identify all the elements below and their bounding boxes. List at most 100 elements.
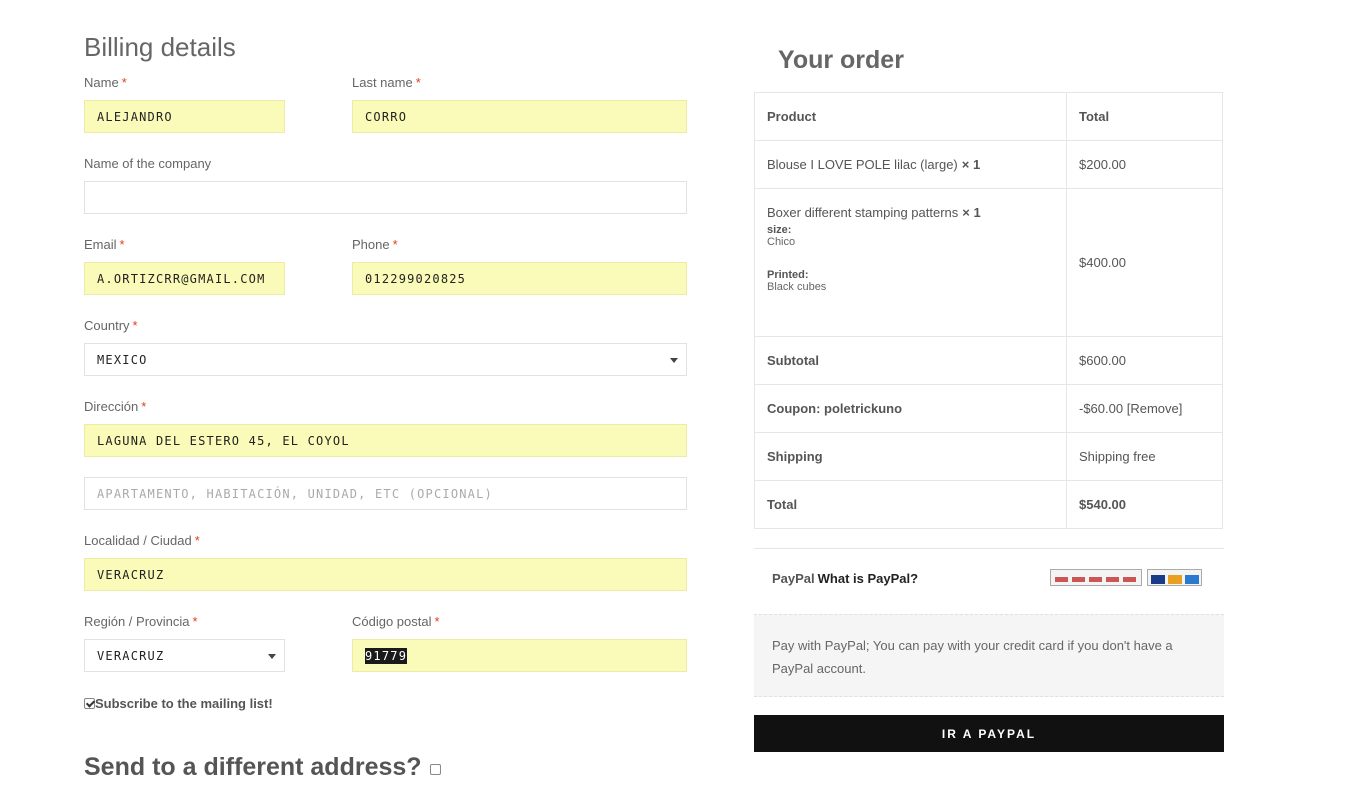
order-table: Product Total Blouse I LOVE POLE lilac (… — [754, 92, 1223, 529]
address2-placeholder: APARTAMENTO, HABITACIÓN, UNIDAD, ETC (OP… — [97, 486, 493, 501]
total-header: Total — [1066, 92, 1223, 141]
paypal-label: PayPal What is PayPal? — [772, 571, 918, 586]
coupon-value: -$60.00 — [1079, 401, 1124, 416]
company-label: Name of the company — [84, 156, 212, 171]
meta-value: Chico — [767, 236, 796, 248]
paypal-button[interactable]: IR A PAYPAL — [754, 715, 1224, 752]
subscribe-label[interactable]: Subscribe to the mailing list! — [95, 696, 273, 711]
required-mark: * — [121, 75, 127, 90]
total-row: Total $540.00 — [754, 480, 1223, 529]
name-label-text: Name — [84, 75, 119, 90]
subtotal-label: Subtotal — [754, 336, 1067, 385]
product-cell: Blouse I LOVE POLE lilac (large) × 1 — [754, 140, 1067, 189]
subtotal-row: Subtotal $600.00 — [754, 336, 1223, 385]
last-name-value: CORRO — [365, 109, 408, 124]
paypal-name: PayPal — [772, 571, 815, 586]
shipping-value: Shipping free — [1066, 432, 1223, 481]
send-different-checkbox[interactable] — [429, 764, 441, 775]
email-label-text: Email — [84, 237, 117, 252]
paypal-method[interactable]: PayPal What is PayPal? — [754, 548, 1224, 614]
product-qty: × 1 — [961, 157, 981, 172]
what-is-paypal-link[interactable]: What is PayPal? — [818, 571, 918, 586]
country-label: Country * — [84, 318, 138, 333]
table-header-row: Product Total — [754, 92, 1223, 141]
paypal-logos — [1050, 569, 1202, 586]
email-value: A.ORTIZCRR@GMAIL.COM — [97, 271, 266, 286]
product-price: $400.00 — [1066, 188, 1223, 337]
name-input[interactable]: ALEJANDRO — [84, 100, 285, 133]
phone-input[interactable]: 012299020825 — [352, 262, 687, 295]
meta-value: Black cubes — [767, 281, 827, 293]
address-input[interactable]: LAGUNA DEL ESTERO 45, EL COYOL — [84, 424, 687, 457]
chevron-down-icon — [670, 358, 678, 363]
postal-input[interactable]: 91779 — [352, 639, 687, 672]
country-label-text: Country — [84, 318, 130, 333]
product-name: Boxer different stamping patterns — [767, 205, 959, 220]
address-label-text: Dirección — [84, 399, 139, 414]
coupon-row: Coupon: poletrickuno -$60.00 [Remove] — [754, 384, 1223, 433]
required-mark: * — [119, 237, 125, 252]
send-different-heading: Send to a different address? — [84, 753, 441, 782]
chevron-down-icon — [268, 654, 276, 659]
name-label: Name * — [84, 75, 127, 90]
product-qty: × 1 — [962, 205, 981, 220]
city-label: Localidad / Ciudad * — [84, 533, 200, 548]
paypal-description: Pay with PayPal; You can pay with your c… — [754, 614, 1224, 697]
total-value: $540.00 — [1066, 480, 1223, 529]
credit-cards-icon — [1147, 569, 1202, 586]
coupon-cell: -$60.00 [Remove] — [1066, 384, 1223, 433]
company-input[interactable] — [84, 181, 687, 214]
required-mark: * — [192, 614, 198, 629]
postal-value: 91779 — [365, 647, 408, 664]
city-label-text: Localidad / Ciudad — [84, 533, 192, 548]
paypal-acceptance-mark-icon — [1050, 569, 1142, 586]
region-select[interactable]: VERACRUZ — [84, 639, 285, 672]
phone-label-text: Phone — [352, 237, 390, 252]
required-mark: * — [141, 399, 147, 414]
postal-label: Código postal * — [352, 614, 440, 629]
country-select[interactable]: MEXICO — [84, 343, 687, 376]
coupon-label: Coupon: poletrickuno — [754, 384, 1067, 433]
table-row: Boxer different stamping patterns × 1 siz… — [754, 188, 1223, 337]
last-name-label-text: Last name — [352, 75, 413, 90]
region-label-text: Región / Provincia — [84, 614, 190, 629]
subscribe-checkbox[interactable] — [84, 698, 95, 709]
meta-key: size: — [767, 224, 792, 236]
email-input[interactable]: A.ORTIZCRR@GMAIL.COM — [84, 262, 285, 295]
region-label: Región / Provincia * — [84, 614, 198, 629]
postal-label-text: Código postal — [352, 614, 432, 629]
table-row: Blouse I LOVE POLE lilac (large) × 1 $200… — [754, 140, 1223, 189]
address-label: Dirección * — [84, 399, 146, 414]
required-mark: * — [194, 533, 200, 548]
required-mark: * — [132, 318, 138, 333]
required-mark: * — [415, 75, 421, 90]
product-cell: Boxer different stamping patterns × 1 siz… — [754, 188, 1067, 337]
shipping-row: Shipping Shipping free — [754, 432, 1223, 481]
subscribe-row: Subscribe to the mailing list! — [84, 696, 273, 711]
last-name-input[interactable]: CORRO — [352, 100, 687, 133]
billing-title: Billing details — [84, 32, 236, 62]
required-mark: * — [434, 614, 440, 629]
last-name-label: Last name * — [352, 75, 421, 90]
address2-input[interactable]: APARTAMENTO, HABITACIÓN, UNIDAD, ETC (OP… — [84, 477, 687, 510]
subtotal-value: $600.00 — [1066, 336, 1223, 385]
meta-key: Printed: — [767, 269, 809, 281]
required-mark: * — [392, 237, 398, 252]
send-different-label: Send to a different address? — [84, 753, 422, 781]
total-label: Total — [754, 480, 1067, 529]
order-title: Your order — [778, 46, 904, 74]
city-value: VERACRUZ — [97, 567, 165, 582]
product-name: Blouse I LOVE POLE lilac (large) — [767, 157, 958, 172]
phone-value: 012299020825 — [365, 271, 467, 286]
city-input[interactable]: VERACRUZ — [84, 558, 687, 591]
product-header: Product — [754, 92, 1067, 141]
email-label: Email * — [84, 237, 125, 252]
country-value: MEXICO — [97, 352, 148, 367]
remove-coupon-link[interactable]: [Remove] — [1127, 401, 1183, 416]
phone-label: Phone * — [352, 237, 398, 252]
name-value: ALEJANDRO — [97, 109, 173, 124]
product-price: $200.00 — [1066, 140, 1223, 189]
region-value: VERACRUZ — [97, 648, 165, 663]
address-value: LAGUNA DEL ESTERO 45, EL COYOL — [97, 433, 350, 448]
shipping-label: Shipping — [754, 432, 1067, 481]
